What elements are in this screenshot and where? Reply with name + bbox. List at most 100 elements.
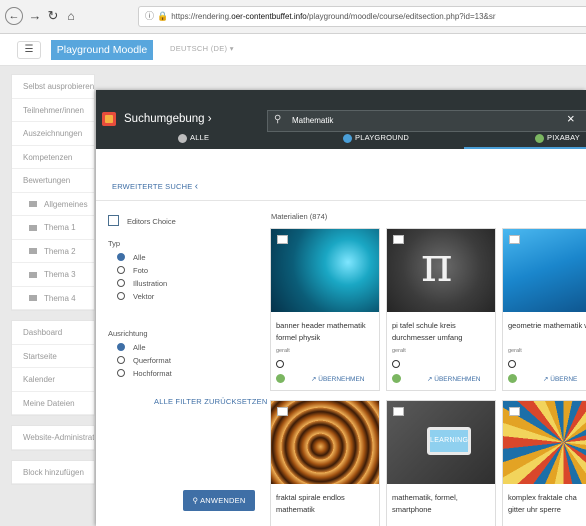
sidebar-item-section[interactable]: Thema 3 — [12, 263, 94, 287]
menu-icon[interactable]: ☰ — [17, 41, 41, 59]
type-option: Illustration — [133, 279, 168, 288]
sidebar-item[interactable]: Kalender — [12, 368, 94, 392]
info-icon[interactable]: ⓘ — [145, 11, 154, 21]
brand-button[interactable]: Playground Moodle — [51, 40, 153, 60]
forward-icon[interactable]: → — [26, 7, 44, 25]
license-icon — [276, 360, 284, 368]
type-radio-foto[interactable] — [117, 266, 125, 274]
url-prefix: https://rendering. — [171, 12, 232, 21]
search-icon: ⚲ — [192, 496, 199, 505]
tab-playground[interactable]: PLAYGROUND — [343, 131, 409, 149]
result-card[interactable]: π pi tafel schule kreis durchmesser umfa… — [386, 228, 496, 391]
sidebar-item[interactable]: Dashboard — [12, 321, 94, 345]
result-card[interactable]: geometrie mathematik würfel hexaeder kub… — [502, 228, 586, 391]
sidebar-item[interactable]: Bewertungen — [12, 169, 94, 193]
sidebar-group-block: Block hinzufügen — [11, 459, 95, 485]
all-icon — [178, 133, 187, 143]
card-author: geralt — [508, 348, 522, 354]
sidebar-item[interactable]: Selbst ausprobieren — [12, 75, 94, 99]
divider — [96, 200, 586, 201]
type-option: Foto — [133, 266, 149, 275]
take-over-label: ÜBERNEHMEN — [318, 376, 365, 383]
sidebar-item[interactable]: Teilnehmer/innen — [12, 99, 94, 122]
modal-title[interactable]: Suchumgebung › — [124, 113, 212, 125]
orientation-radio-hochformat[interactable] — [117, 369, 125, 377]
orientation-radio-alle[interactable] — [117, 343, 125, 351]
apply-label: ANWENDEN — [200, 496, 246, 505]
reset-filters-link[interactable]: ALLE FILTER ZURÜCKSETZEN — [154, 397, 267, 406]
tab-label: ALLE — [190, 133, 210, 142]
take-over-button[interactable]: ↗ ÜBERNE — [543, 375, 577, 383]
card-title: mathematik, formel, smartphone — [392, 493, 458, 514]
type-label: Typ — [108, 239, 121, 248]
learning-screen: LEARNING — [427, 427, 471, 455]
orientation-option: Hochformat — [133, 369, 172, 378]
sidebar-group-personal: Dashboard Startseite Kalender Meine Date… — [11, 320, 95, 416]
card-author: geralt — [276, 348, 290, 354]
home-icon[interactable]: ⌂ — [62, 7, 80, 25]
pixabay-icon — [508, 374, 517, 383]
search-value: Mathematik — [292, 116, 334, 125]
sidebar-item-section[interactable]: Thema 2 — [12, 240, 94, 263]
result-card[interactable]: LEARNING mathematik, formel, smartphone — [386, 400, 496, 526]
sidebar-group-course: Selbst ausprobieren Teilnehmer/innen Aus… — [11, 74, 95, 311]
tab-label: PLAYGROUND — [355, 133, 409, 142]
image-type-icon — [393, 407, 404, 416]
orientation-option: Querformat — [133, 356, 171, 365]
sidebar-item[interactable]: Startseite — [12, 345, 94, 368]
reload-icon[interactable]: ↻ — [44, 7, 62, 25]
card-title: geometrie mathematik würfel hexaeder kub — [508, 321, 586, 330]
tab-label: PIXABAY — [547, 133, 580, 142]
result-card[interactable]: komplex fraktale cha gitter uhr sperre — [502, 400, 586, 526]
sidebar-item[interactable]: Website-Administration — [12, 426, 94, 450]
card-title: fraktal spirale endlos mathematik — [276, 493, 345, 514]
sidebar-item-section[interactable]: Thema 1 — [12, 216, 94, 240]
orientation-option: Alle — [133, 343, 146, 352]
close-icon[interactable]: × — [567, 111, 575, 126]
result-card[interactable]: banner header mathematik formel physik g… — [270, 228, 380, 391]
sidebar-item-section[interactable]: Thema 4 — [12, 287, 94, 310]
advanced-search-link[interactable]: ERWEITERTE SUCHE ‹ — [112, 181, 198, 192]
take-over-button[interactable]: ↗ ÜBERNEHMEN — [427, 375, 481, 383]
browser-toolbar: ← → ↻ ⌂ ⓘ 🔒 https://rendering.oer-contentb… — [0, 0, 586, 34]
screen: ← → ↻ ⌂ ⓘ 🔒 https://rendering.oer-contentb… — [0, 0, 586, 526]
type-radio-alle[interactable] — [117, 253, 125, 261]
sidebar-item-section[interactable]: Allgemeines — [12, 193, 94, 216]
search-modal: Suchumgebung › ⚲ Mathematik × ALLE PLAYG… — [96, 90, 586, 526]
url-path: /playground/moodle/course/editsection.ph… — [306, 12, 496, 21]
card-title: pi tafel schule kreis durchmesser umfang — [392, 321, 463, 342]
sidebar-item[interactable]: Meine Dateien — [12, 392, 94, 415]
address-bar[interactable]: ⓘ 🔒 https://rendering.oer-contentbuffet.in… — [138, 6, 586, 27]
app-logo-icon — [102, 112, 116, 126]
sidebar-item[interactable]: Kompetenzen — [12, 146, 94, 169]
pixabay-icon — [535, 133, 544, 143]
apply-button[interactable]: ⚲ ANWENDEN — [183, 490, 255, 511]
orientation-radio-querformat[interactable] — [117, 356, 125, 364]
license-icon — [508, 360, 516, 368]
image-type-icon — [509, 235, 520, 244]
card-author: geralt — [392, 348, 406, 354]
search-field[interactable]: ⚲ Mathematik — [267, 110, 586, 132]
type-option: Vektor — [133, 292, 155, 301]
back-icon[interactable]: ← — [5, 7, 23, 25]
tab-pixabay[interactable]: PIXABAY — [464, 131, 586, 149]
playground-icon — [343, 133, 352, 143]
materials-count: Materialien (874) — [271, 212, 328, 221]
sidebar-item[interactable]: Block hinzufügen — [12, 461, 94, 484]
image-type-icon — [393, 235, 404, 244]
tab-alle[interactable]: ALLE — [178, 131, 209, 149]
sidebar-group-admin: Website-Administration — [11, 425, 95, 451]
editors-choice-checkbox[interactable] — [108, 215, 119, 226]
chevron-left-icon: ‹ — [194, 181, 199, 192]
type-radio-illustration[interactable] — [117, 279, 125, 287]
type-radio-vektor[interactable] — [117, 292, 125, 300]
take-over-button[interactable]: ↗ ÜBERNEHMEN — [311, 375, 365, 383]
moodle-header: ☰ Playground Moodle DEUTSCH (DE) ▾ — [0, 34, 586, 66]
advanced-search-label: ERWEITERTE SUCHE — [112, 182, 193, 191]
lock-icon: 🔒 — [157, 11, 169, 21]
result-card[interactable]: fraktal spirale endlos mathematik — [270, 400, 380, 526]
take-over-label: ÜBERNE — [550, 376, 578, 383]
license-icon — [392, 360, 400, 368]
sidebar-item[interactable]: Auszeichnungen — [12, 122, 94, 146]
language-menu[interactable]: DEUTSCH (DE) ▾ — [170, 44, 234, 53]
